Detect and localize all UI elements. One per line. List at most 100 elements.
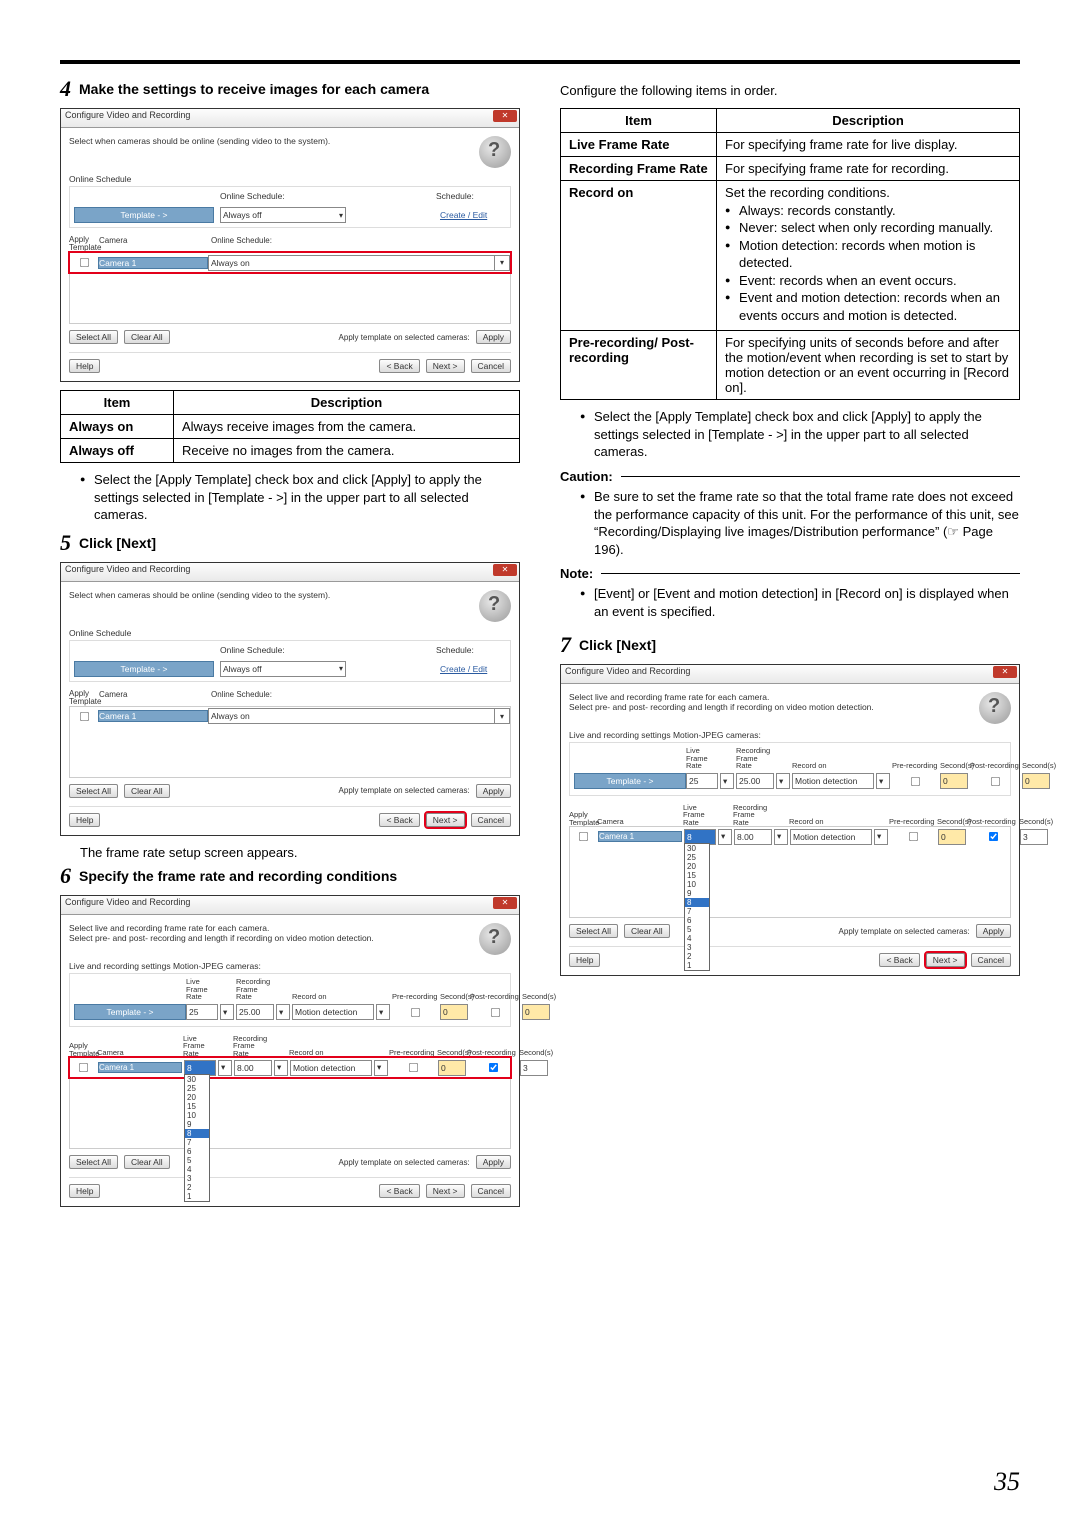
help-button[interactable]: Help	[569, 953, 600, 967]
dropdown-option[interactable]: 15	[685, 871, 709, 880]
dropdown-live-fr-open[interactable]: 3025201510987654321	[684, 843, 710, 971]
create-edit-link[interactable]: Create / Edit	[436, 663, 506, 675]
select-rec-fr[interactable]: 8.00	[734, 829, 772, 845]
select-rec-fr[interactable]: 25.00	[736, 773, 774, 789]
chevron-down-icon[interactable]: ▾	[876, 773, 890, 789]
prerec-checkbox[interactable]	[411, 1008, 420, 1017]
dropdown-option[interactable]: 5	[185, 1156, 209, 1165]
select-record-on[interactable]: Motion detection	[790, 829, 872, 845]
postrec-seconds[interactable]: 0	[522, 1004, 550, 1020]
select-rec-fr[interactable]: 8.00	[234, 1060, 272, 1076]
apply-button[interactable]: Apply	[476, 784, 511, 798]
select-live-fr[interactable]: 25	[686, 773, 718, 789]
back-button[interactable]: < Back	[379, 359, 419, 373]
dropdown-option[interactable]: 9	[685, 889, 709, 898]
select-live-fr[interactable]: 25	[186, 1004, 218, 1020]
dropdown-option[interactable]: 20	[685, 862, 709, 871]
clear-all-button[interactable]: Clear All	[624, 924, 670, 938]
apply-button[interactable]: Apply	[476, 330, 511, 344]
select-all-button[interactable]: Select All	[69, 1155, 118, 1169]
back-button[interactable]: < Back	[879, 953, 919, 967]
dropdown-option[interactable]: 2	[185, 1183, 209, 1192]
chevron-down-icon[interactable]: ▾	[494, 255, 510, 271]
postrec-checkbox[interactable]	[991, 777, 1000, 786]
dropdown-option[interactable]: 10	[185, 1111, 209, 1120]
close-icon[interactable]: ✕	[993, 666, 1017, 678]
postrec-seconds[interactable]: 3	[520, 1060, 548, 1076]
dropdown-option[interactable]: 7	[185, 1138, 209, 1147]
dropdown-option[interactable]: 7	[685, 907, 709, 916]
select-camera-schedule[interactable]: Always on	[208, 708, 494, 724]
create-edit-link[interactable]: Create / Edit	[436, 209, 506, 221]
close-icon[interactable]: ✕	[493, 564, 517, 576]
postrec-seconds[interactable]: 3	[1020, 829, 1048, 845]
dropdown-option[interactable]: 2	[685, 952, 709, 961]
camera-row-name[interactable]: Camera 1	[98, 257, 208, 269]
dropdown-option[interactable]: 15	[185, 1102, 209, 1111]
chevron-down-icon[interactable]: ▾	[774, 829, 788, 845]
next-button[interactable]: Next >	[426, 813, 465, 827]
dropdown-option[interactable]: 6	[185, 1147, 209, 1156]
prerec-checkbox[interactable]	[909, 832, 918, 841]
prerec-seconds[interactable]: 0	[440, 1004, 468, 1020]
dropdown-option[interactable]: 25	[185, 1084, 209, 1093]
prerec-seconds[interactable]: 0	[938, 829, 966, 845]
postrec-checkbox[interactable]	[989, 832, 998, 841]
chevron-down-icon[interactable]: ▾	[220, 1004, 234, 1020]
help-button[interactable]: Help	[69, 813, 100, 827]
select-rec-fr[interactable]: 25.00	[236, 1004, 274, 1020]
prerec-seconds[interactable]: 0	[438, 1060, 466, 1076]
back-button[interactable]: < Back	[379, 1184, 419, 1198]
dropdown-option[interactable]: 10	[685, 880, 709, 889]
chevron-down-icon[interactable]: ▾	[376, 1004, 390, 1020]
template-button[interactable]: Template - >	[74, 661, 214, 677]
cancel-button[interactable]: Cancel	[971, 953, 1011, 967]
dropdown-option[interactable]: 5	[685, 925, 709, 934]
next-button[interactable]: Next >	[926, 953, 965, 967]
apply-button[interactable]: Apply	[976, 924, 1011, 938]
chevron-down-icon[interactable]: ▾	[776, 773, 790, 789]
postrec-checkbox[interactable]	[491, 1008, 500, 1017]
dropdown-option[interactable]: 20	[185, 1093, 209, 1102]
apply-template-checkbox[interactable]	[579, 832, 588, 841]
chevron-down-icon[interactable]: ▾	[874, 829, 888, 845]
select-all-button[interactable]: Select All	[69, 784, 118, 798]
postrec-checkbox[interactable]	[489, 1063, 498, 1072]
chevron-down-icon[interactable]: ▾	[274, 1060, 288, 1076]
select-record-on[interactable]: Motion detection	[792, 773, 874, 789]
help-button[interactable]: Help	[69, 1184, 100, 1198]
cancel-button[interactable]: Cancel	[471, 813, 511, 827]
dropdown-option[interactable]: 30	[185, 1075, 209, 1084]
next-button[interactable]: Next >	[426, 1184, 465, 1198]
back-button[interactable]: < Back	[379, 813, 419, 827]
apply-template-checkbox[interactable]	[79, 1063, 88, 1072]
cancel-button[interactable]: Cancel	[471, 1184, 511, 1198]
chevron-down-icon[interactable]: ▾	[374, 1060, 388, 1076]
dropdown-option[interactable]: 1	[685, 961, 709, 970]
dropdown-option[interactable]: 8	[185, 1129, 209, 1138]
select-record-on[interactable]: Motion detection	[290, 1060, 372, 1076]
dropdown-option[interactable]: 6	[685, 916, 709, 925]
apply-template-checkbox[interactable]	[80, 712, 89, 721]
dropdown-option[interactable]: 30	[685, 844, 709, 853]
dropdown-option[interactable]: 4	[185, 1165, 209, 1174]
select-all-button[interactable]: Select All	[69, 330, 118, 344]
chevron-down-icon[interactable]: ▾	[494, 708, 510, 724]
chevron-down-icon[interactable]: ▾	[720, 773, 734, 789]
camera-row-name[interactable]: Camera 1	[98, 1062, 182, 1073]
select-all-button[interactable]: Select All	[569, 924, 618, 938]
apply-template-checkbox[interactable]	[80, 258, 89, 267]
select-online-schedule-template[interactable]: Always off▾	[220, 207, 346, 223]
dropdown-option[interactable]: 1	[185, 1192, 209, 1201]
dropdown-option[interactable]: 8	[685, 898, 709, 907]
cancel-button[interactable]: Cancel	[471, 359, 511, 373]
clear-all-button[interactable]: Clear All	[124, 330, 170, 344]
postrec-seconds[interactable]: 0	[1022, 773, 1050, 789]
close-icon[interactable]: ✕	[493, 110, 517, 122]
camera-row-name[interactable]: Camera 1	[98, 710, 208, 722]
template-button[interactable]: Template - >	[574, 773, 686, 789]
next-button[interactable]: Next >	[426, 359, 465, 373]
dropdown-option[interactable]: 25	[685, 853, 709, 862]
chevron-down-icon[interactable]: ▾	[218, 1060, 232, 1076]
chevron-down-icon[interactable]: ▾	[718, 829, 732, 845]
